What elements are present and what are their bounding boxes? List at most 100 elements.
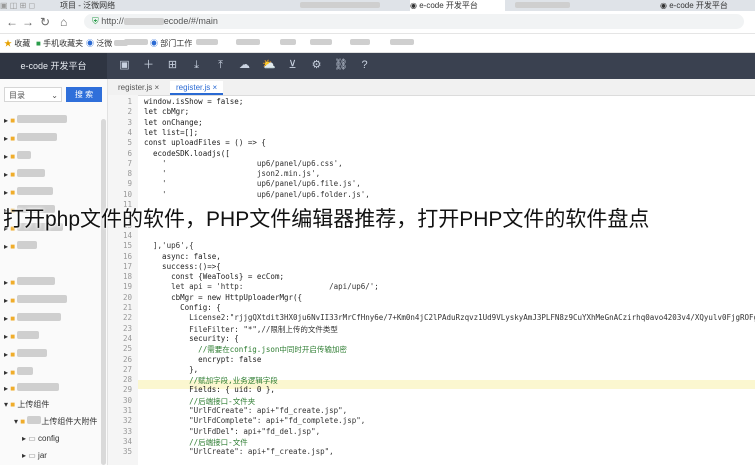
line-number: 26 <box>122 354 132 364</box>
tree-item[interactable]: ▸ ■ <box>4 331 40 343</box>
tree-item[interactable]: ▸ ■ <box>4 115 68 127</box>
sidebar-scrollbar[interactable] <box>101 119 106 465</box>
code-line: ecodeSDK.loadjs([ <box>144 148 230 158</box>
code-line: const uploadFiles = () => { <box>144 138 266 148</box>
browser-tab-label: e-code 开发平台 <box>669 1 728 10</box>
folder-icon: ■ <box>10 296 16 305</box>
tree-item[interactable]: ▸ ■ <box>4 187 54 199</box>
code-line: async: false, <box>144 251 221 261</box>
browser-tab-active[interactable]: ◉ e-code 开发平台 <box>410 0 505 11</box>
bookmark-blurred-5[interactable] <box>310 38 332 47</box>
tree-item-config[interactable]: ▸ ▭ config <box>22 433 59 445</box>
tree-item-jar[interactable]: ▸ ▭ jar <box>22 450 47 462</box>
tree-item[interactable]: ▸ ■ <box>4 169 46 181</box>
bookmark-mobile[interactable]: ■ 手机收藏夹 <box>36 38 83 49</box>
blurred-bookmark <box>280 39 296 45</box>
directory-select[interactable]: 目录 ⌄ <box>4 87 62 102</box>
link-icon[interactable]: ⛓ <box>334 59 348 72</box>
folder-icon: ■ <box>10 278 16 287</box>
back-icon[interactable]: ← <box>6 15 18 29</box>
tree-item[interactable]: ▸ ■ <box>4 151 32 163</box>
tree-item-upload-large[interactable]: ▾ ■ 上传组件大附件 <box>14 416 97 428</box>
folder-icon: ▭ <box>28 451 36 460</box>
select-value: 目录 <box>9 91 25 100</box>
bookmark-dept[interactable]: ◉ 部门工作 <box>150 38 192 49</box>
tree-item[interactable]: ▸ ■ <box>4 133 58 145</box>
folder-icon: ■ <box>36 39 41 48</box>
blurred-bookmark <box>196 39 218 45</box>
upload-icon[interactable]: ⤒ <box>214 59 227 72</box>
forward-icon[interactable]: → <box>22 15 34 29</box>
tree-item[interactable]: ▸ ■ <box>4 349 48 361</box>
tree-item[interactable]: ▸ ■ <box>4 383 60 395</box>
home-icon[interactable]: ⌂ <box>60 15 67 29</box>
url-input[interactable]: ⛨ http:// ecode/#/main <box>84 14 744 29</box>
tree-item[interactable]: ▸ ■ <box>4 295 68 307</box>
search-button[interactable]: 搜 索 <box>66 87 102 102</box>
bookmark-blurred-2[interactable] <box>196 38 218 47</box>
bookmark-blurred-1[interactable] <box>124 38 148 47</box>
blurred-label <box>17 277 56 285</box>
editor-tab[interactable]: register.js × <box>112 81 165 95</box>
url-prefix: http:// <box>101 16 124 26</box>
tree-item[interactable]: ▸ ■ <box>4 241 38 253</box>
browser-tab-1[interactable]: 项目 - 泛微网络 <box>60 0 140 11</box>
close-icon[interactable]: × <box>154 83 159 92</box>
browser-tab-4[interactable]: ◉ e-code 开发平台 <box>660 0 755 11</box>
blurred-label <box>17 331 40 339</box>
tree-item[interactable]: ▸ ■ <box>4 313 62 325</box>
help-icon[interactable]: ? <box>358 59 371 72</box>
bookmark-weaver[interactable]: ◉ 泛微 <box>86 38 129 49</box>
editor-tab-active[interactable]: register.js × <box>170 81 224 95</box>
blurred-bookmark <box>124 39 148 45</box>
code-line: cbMgr = new HttpUploaderMgr({ <box>144 292 303 302</box>
app-brand: e-code 开发平台 <box>0 53 107 79</box>
tree-item[interactable]: ▸ ■ <box>4 367 34 379</box>
bookmark-favorites[interactable]: ★ 收藏 <box>4 38 30 49</box>
cloud-icon[interactable]: ☁ <box>238 59 251 72</box>
browser-tab-3[interactable] <box>515 0 580 11</box>
add-icon[interactable]: ＋ <box>142 59 155 72</box>
tree-item[interactable]: ▸ ■ <box>4 277 56 289</box>
browser-tab-2[interactable] <box>300 0 390 11</box>
cloud-upload-icon[interactable]: ⛅ <box>262 59 276 72</box>
line-number: 33 <box>122 426 132 436</box>
folder-icon: ■ <box>10 134 16 143</box>
tree-label: 上传组件 <box>17 400 50 409</box>
url-suffix: ecode/#/main <box>163 16 218 26</box>
bookmark-blurred-3[interactable] <box>236 38 260 47</box>
grid-icon[interactable]: ⊞ <box>166 59 179 72</box>
folder-icon: ■ <box>10 188 16 197</box>
line-number: 21 <box>122 303 132 312</box>
line-number: 20 <box>122 292 132 302</box>
blurred-label <box>17 151 32 159</box>
folder-icon: ■ <box>10 350 16 359</box>
site-icon: ◉ <box>150 39 158 48</box>
bookmark-label: 手机收藏夹 <box>43 39 84 48</box>
tab-strip-left: ▣ ◫ ⊞ ◻ <box>0 1 36 10</box>
tree-item-upload[interactable]: ▾ ■ 上传组件 <box>4 399 49 411</box>
editor-tab-label: register.js <box>176 83 211 92</box>
save-icon[interactable]: ▣ <box>118 59 131 72</box>
bookmark-blurred-6[interactable] <box>350 38 370 47</box>
reload-icon[interactable]: ↻ <box>40 15 50 29</box>
line-number: 28 <box>122 375 132 385</box>
code-line: ' up6/panel/up6.css', <box>144 158 343 168</box>
cart-icon[interactable]: ⊻ <box>286 59 299 72</box>
app-header: e-code 开发平台 ▣ ＋ ⊞ ⤓ ⤒ ☁ ⛅ ⊻ ⚙ ⛓ ? <box>0 53 755 79</box>
browser-tab-label: e-code 开发平台 <box>419 1 478 10</box>
plugin-icon[interactable]: ⚙ <box>310 59 323 72</box>
blurred-bookmark <box>310 39 332 45</box>
blurred-label <box>17 133 58 141</box>
folder-icon: ■ <box>10 170 16 179</box>
line-number: 4 <box>127 127 132 137</box>
code-line: "UrlFdCreate": api+"fd_create.jsp", <box>144 406 348 415</box>
line-number: 23 <box>122 323 132 333</box>
bookmark-blurred-4[interactable] <box>280 38 296 47</box>
line-number: 32 <box>122 416 132 426</box>
bookmark-blurred-7[interactable] <box>390 38 414 47</box>
blurred-label <box>17 367 34 375</box>
download-icon[interactable]: ⤓ <box>190 59 203 72</box>
close-icon[interactable]: × <box>212 83 217 92</box>
folder-icon: ■ <box>10 332 16 341</box>
